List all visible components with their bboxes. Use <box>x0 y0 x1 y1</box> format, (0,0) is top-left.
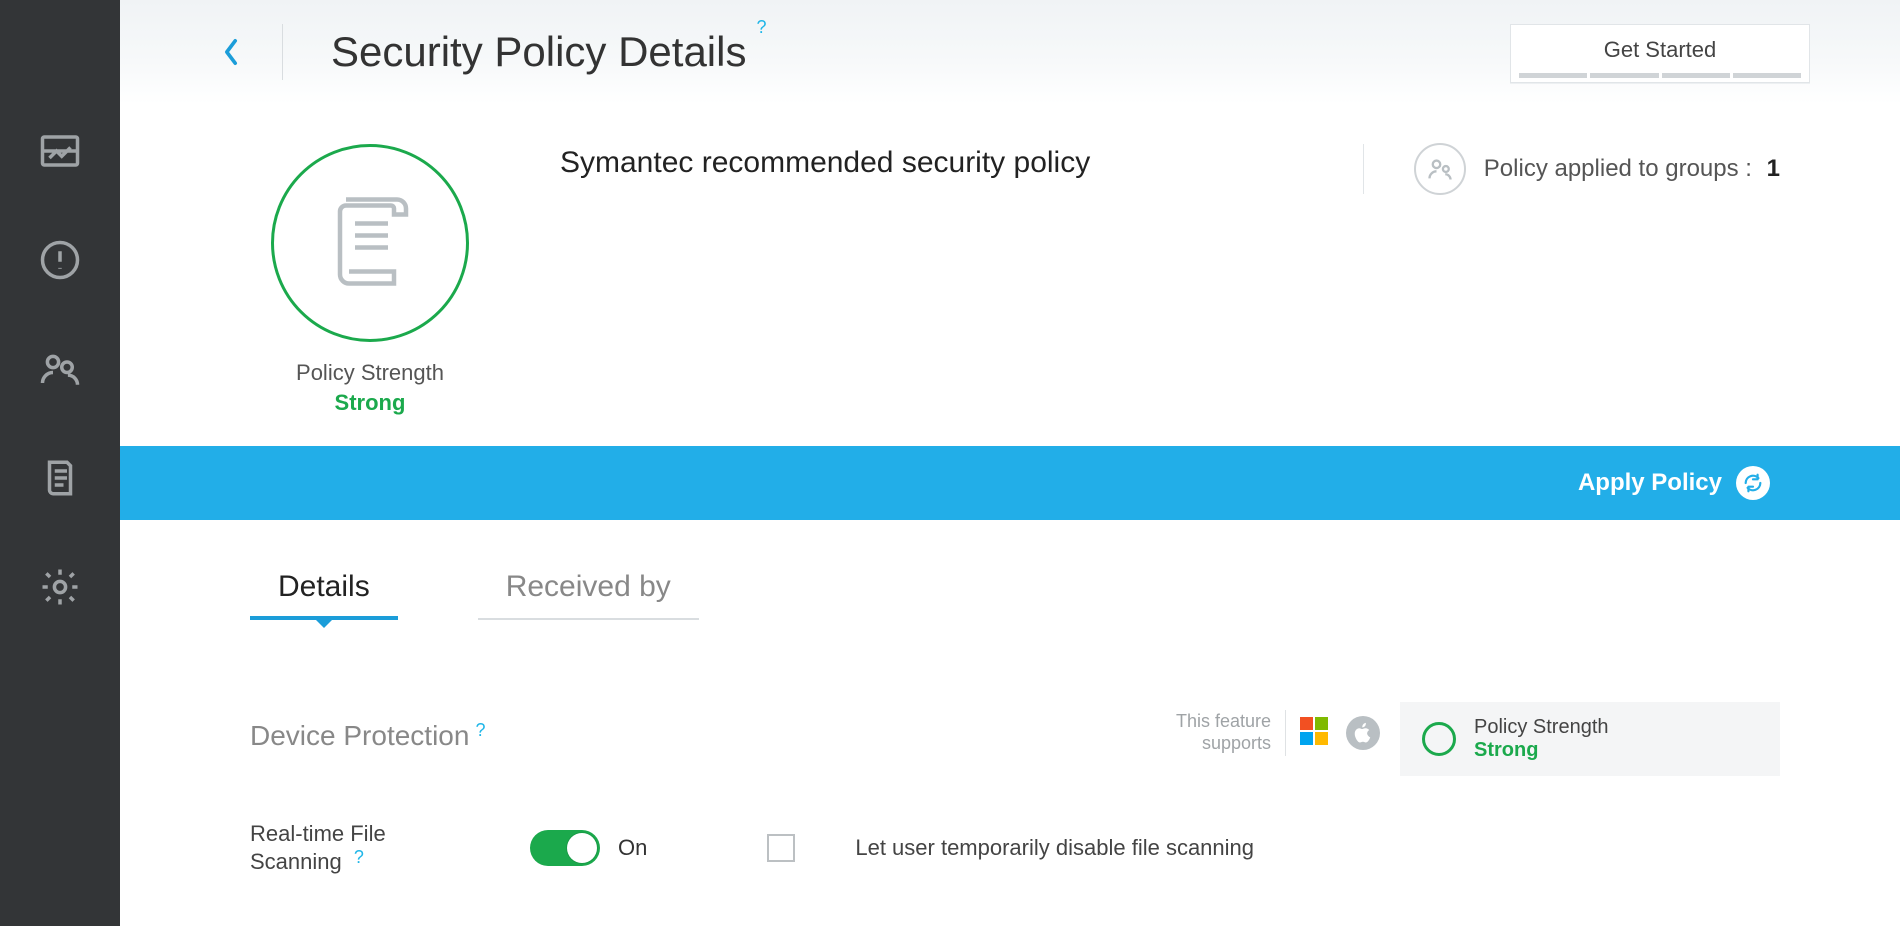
page-title: Security Policy Details? <box>331 28 766 76</box>
strength-ring-icon <box>1422 722 1456 756</box>
tab-details[interactable]: Details <box>250 570 398 620</box>
disable-scan-checkbox-label: Let user temporarily disable file scanni… <box>855 835 1254 861</box>
main-area: Security Policy Details? Get Started Pol… <box>120 0 1900 926</box>
disable-scan-checkbox[interactable] <box>767 834 795 862</box>
groups-applied-block: Policy applied to groups : 1 <box>1363 144 1780 194</box>
apply-sync-icon <box>1736 466 1770 500</box>
help-icon[interactable]: ? <box>354 847 364 867</box>
toggle-state-label: On <box>618 835 647 861</box>
help-icon[interactable]: ? <box>475 720 485 741</box>
card-strength-label: Policy Strength <box>1474 716 1609 739</box>
tab-row: Details Received by <box>120 520 1900 620</box>
policy-scroll-icon <box>271 144 469 342</box>
setting-label: Real-time File Scanning ? <box>250 820 470 875</box>
settings-icon[interactable] <box>39 566 81 613</box>
groups-applied-count: 1 <box>1759 155 1780 182</box>
tab-received-by[interactable]: Received by <box>478 570 699 620</box>
policy-description: Symantec recommended security policy <box>560 146 1090 180</box>
groups-applied-label: Policy applied to groups : <box>1484 155 1752 182</box>
realtime-scan-toggle[interactable] <box>530 830 600 866</box>
get-started-card[interactable]: Get Started <box>1510 24 1810 83</box>
header-divider <box>282 24 283 80</box>
policy-strength-badge: Policy Strength Strong <box>260 144 480 416</box>
divider <box>1285 710 1286 756</box>
apply-policy-button[interactable]: Apply Policy <box>1578 466 1770 500</box>
setting-row-realtime-scan: Real-time File Scanning ? On Let user te… <box>250 820 1780 875</box>
step-segment <box>1590 73 1658 78</box>
get-started-label: Get Started <box>1519 37 1801 63</box>
setting-label-text: Real-time File Scanning <box>250 821 386 874</box>
apple-icon <box>1346 716 1380 750</box>
dashboard-icon[interactable] <box>39 130 81 177</box>
section-title: Device Protection <box>250 720 469 752</box>
policies-icon[interactable] <box>39 457 81 504</box>
supports-block: This feature supports <box>1176 710 1380 756</box>
toggle-group: On <box>530 830 647 866</box>
supports-line2: supports <box>1176 733 1271 755</box>
users-icon[interactable] <box>39 348 81 395</box>
help-icon[interactable]: ? <box>756 17 766 37</box>
card-strength-value: Strong <box>1474 739 1609 762</box>
page-header: Security Policy Details? Get Started <box>120 0 1900 104</box>
step-segment <box>1733 73 1801 78</box>
page-title-text: Security Policy Details <box>331 28 746 75</box>
policy-summary: Policy Strength Strong Symantec recommen… <box>120 104 1900 446</box>
supports-text: This feature supports <box>1176 711 1271 754</box>
supports-line1: This feature <box>1176 711 1271 733</box>
back-button[interactable] <box>220 41 242 63</box>
details-panel: Device Protection ? This feature support… <box>120 620 1900 875</box>
policy-strength-value: Strong <box>260 390 480 416</box>
policy-strength-label: Policy Strength <box>260 360 480 386</box>
progress-steps <box>1519 73 1801 78</box>
windows-icon <box>1300 717 1332 749</box>
step-segment <box>1662 73 1730 78</box>
groups-applied-text: Policy applied to groups : 1 <box>1484 155 1780 183</box>
apply-policy-label: Apply Policy <box>1578 469 1722 497</box>
policy-strength-card: Policy Strength Strong <box>1400 702 1780 776</box>
alerts-icon[interactable] <box>39 239 81 286</box>
groups-icon <box>1414 143 1466 195</box>
apply-policy-bar: Apply Policy <box>120 446 1900 520</box>
step-segment <box>1519 73 1587 78</box>
sidebar-nav <box>0 0 120 926</box>
